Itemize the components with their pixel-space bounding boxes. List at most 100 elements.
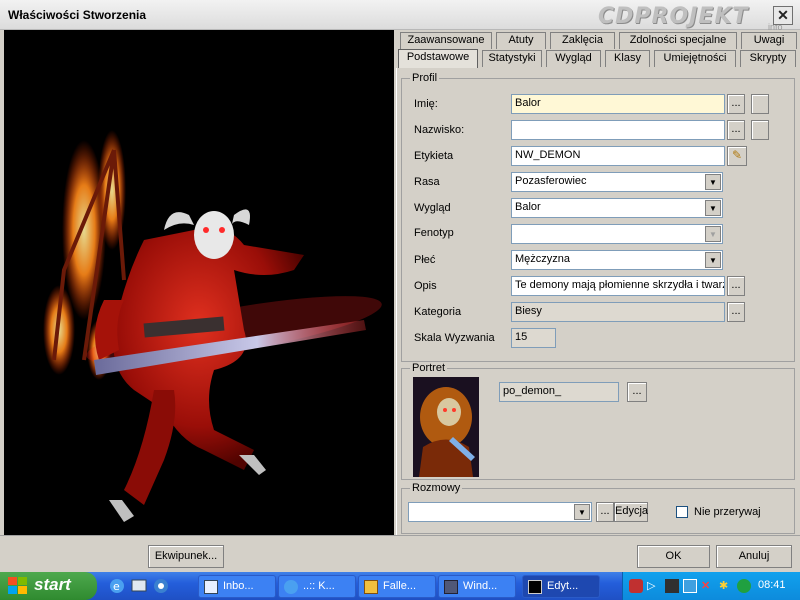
tray-sound-icon[interactable]: ✕ <box>701 579 715 593</box>
profile-group-label: Profil <box>410 72 440 84</box>
editor-app-icon <box>528 580 542 594</box>
phenotype-label: Fenotyp <box>414 227 454 239</box>
tab-special-abilities[interactable]: Zdolności specjalne <box>619 32 737 49</box>
tag-field[interactable]: NW_DEMON <box>511 146 725 166</box>
tray-alert-icon[interactable]: ✱ <box>719 579 733 593</box>
floppy-icon <box>444 580 458 594</box>
conversation-edit-button[interactable]: Edycja <box>614 502 648 522</box>
bottom-divider <box>0 535 800 536</box>
race-label: Rasa <box>414 176 440 188</box>
ok-button[interactable]: OK <box>637 545 710 568</box>
ie-icon <box>284 580 298 594</box>
tab-basic[interactable]: Podstawowe <box>398 49 478 68</box>
portrait-image <box>413 377 479 477</box>
name-edit-button[interactable]: ... <box>727 94 745 114</box>
dropdown-arrow-icon[interactable]: ▼ <box>705 226 721 242</box>
start-label: start <box>34 575 71 594</box>
envelope-icon <box>364 580 378 594</box>
balor-model-image <box>43 130 382 522</box>
creature-properties-window: Właściwości Stworzenia CDPROJEKT info ✕ <box>0 0 800 572</box>
creature-preview-viewport[interactable] <box>4 30 394 535</box>
cancel-button[interactable]: Anuluj <box>716 545 792 568</box>
task-windows[interactable]: Wind... <box>438 575 516 598</box>
tab-feats[interactable]: Atuty <box>496 32 546 49</box>
race-select[interactable]: Pozasferowiec ▼ <box>511 172 723 192</box>
window-title: Właściwości Stworzenia <box>8 8 147 22</box>
tab-skills[interactable]: Umiejętności <box>654 50 736 67</box>
tray-app-icon[interactable] <box>665 579 679 593</box>
dropdown-arrow-icon[interactable]: ▼ <box>705 200 721 216</box>
conversation-browse-button[interactable]: ... <box>596 502 614 522</box>
name-field[interactable]: Balor <box>511 94 725 114</box>
gender-select[interactable]: Mężczyzna ▼ <box>511 250 723 270</box>
description-label: Opis <box>414 280 437 292</box>
task-inbox[interactable]: Inbo... <box>198 575 276 598</box>
conversation-select[interactable]: ▼ <box>408 502 592 522</box>
inventory-button[interactable]: Ekwipunek... <box>148 545 224 568</box>
task-browser[interactable]: ..:: K... <box>278 575 356 598</box>
dropdown-arrow-icon[interactable]: ▼ <box>574 504 590 520</box>
name-label: Imię: <box>414 98 438 110</box>
tab-scripts[interactable]: Skrypty <box>740 50 796 67</box>
tab-advanced[interactable]: Zaawansowane <box>400 32 492 49</box>
phenotype-select[interactable]: ▼ <box>511 224 723 244</box>
category-edit-button[interactable]: ... <box>727 302 745 322</box>
profile-group: Profil Imię: Balor ... Nazwisko: ... Ety… <box>401 72 795 362</box>
surname-label: Nazwisko: <box>414 124 465 136</box>
portrait-group-label: Portret <box>410 362 448 374</box>
gender-label: Płeć <box>414 254 436 266</box>
portrait-group: Portret po_demon_ ... <box>401 362 795 480</box>
appearance-value: Balor <box>515 201 541 213</box>
task-browser-label: ..:: K... <box>303 580 335 592</box>
mail-app-icon <box>204 580 218 594</box>
quicklaunch-browser-icon[interactable] <box>152 577 170 595</box>
quicklaunch-ie-icon[interactable]: e <box>108 577 126 595</box>
tab-classes[interactable]: Klasy <box>605 50 650 67</box>
taskbar: start e Inbo... ..:: K... Falle... Wind.… <box>0 572 800 600</box>
category-field: Biesy <box>511 302 725 322</box>
pencil-icon: ✎ <box>731 148 743 162</box>
description-field[interactable]: Te demony mają płomienne skrzydła i twar… <box>511 276 725 296</box>
surname-field[interactable] <box>511 120 725 140</box>
title-bar[interactable]: Właściwości Stworzenia CDPROJEKT info ✕ <box>0 0 800 32</box>
appearance-label: Wygląd <box>414 202 451 214</box>
clock: 08:41 <box>758 579 786 591</box>
surname-extra-button[interactable] <box>751 120 769 140</box>
task-inbox-label: Inbo... <box>223 580 254 592</box>
tab-appearance[interactable]: Wygląd <box>546 50 601 67</box>
close-button[interactable]: ✕ <box>773 6 793 25</box>
no-interrupt-checkbox[interactable] <box>676 506 688 518</box>
task-fallen[interactable]: Falle... <box>358 575 436 598</box>
basic-tab-panel: Profil Imię: Balor ... Nazwisko: ... Ety… <box>396 68 796 535</box>
task-windows-label: Wind... <box>463 580 498 592</box>
surname-edit-button[interactable]: ... <box>727 120 745 140</box>
challenge-rating-label: Skala Wyzwania <box>414 332 495 344</box>
tray-security-icon[interactable] <box>629 579 643 593</box>
portrait-browse-button[interactable]: ... <box>627 382 647 402</box>
cdprojekt-watermark: CDPROJEKT <box>598 4 749 29</box>
tray-network-icon[interactable] <box>683 579 697 593</box>
dropdown-arrow-icon[interactable]: ▼ <box>705 252 721 268</box>
tray-play-icon[interactable]: ▷ <box>647 579 661 593</box>
tray-globe-icon[interactable] <box>737 579 751 593</box>
quicklaunch-desktop-icon[interactable] <box>130 577 148 595</box>
svg-text:e: e <box>113 580 120 593</box>
no-interrupt-label: Nie przerywaj <box>694 506 761 518</box>
tag-edit-button[interactable]: ✎ <box>727 146 747 166</box>
gender-value: Mężczyzna <box>515 253 571 265</box>
task-editor[interactable]: Edyt... <box>522 575 600 598</box>
tab-strip: Zaawansowane Atuty Zaklęcia Zdolności sp… <box>396 30 800 68</box>
tab-notes[interactable]: Uwagi <box>741 32 797 49</box>
appearance-select[interactable]: Balor ▼ <box>511 198 723 218</box>
race-value: Pozasferowiec <box>515 175 587 187</box>
windows-flag-icon <box>8 577 27 594</box>
tag-label: Etykieta <box>414 150 454 162</box>
conversation-group-label: Rozmowy <box>410 482 463 494</box>
dropdown-arrow-icon[interactable]: ▼ <box>705 174 721 190</box>
description-edit-button[interactable]: ... <box>727 276 745 296</box>
start-button[interactable]: start <box>0 572 97 600</box>
tab-spells[interactable]: Zaklęcia <box>550 32 615 49</box>
tab-statistics[interactable]: Statystyki <box>482 50 542 67</box>
category-label: Kategoria <box>414 306 462 318</box>
name-extra-button[interactable] <box>751 94 769 114</box>
